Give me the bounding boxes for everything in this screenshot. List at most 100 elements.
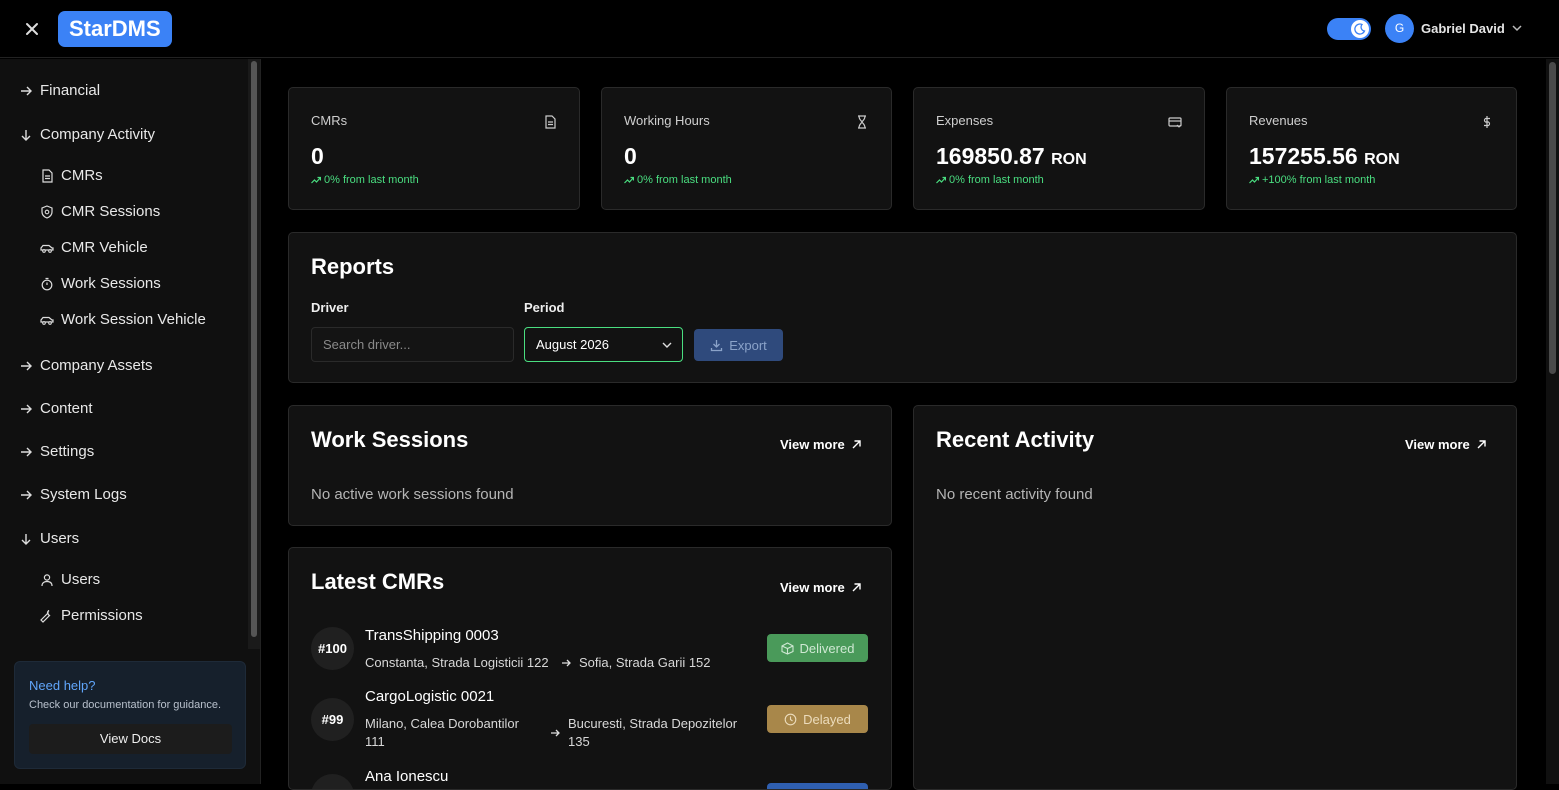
recent-activity-card: Recent Activity View more No recent acti… — [913, 405, 1517, 790]
driver-search-input[interactable] — [311, 327, 514, 362]
sidebar-item-permissions[interactable]: Permissions — [39, 607, 143, 624]
scrollbar-thumb[interactable] — [251, 61, 257, 637]
help-text: Check our documentation for guidance. — [29, 699, 222, 711]
chevron-down-icon[interactable] — [1511, 21, 1523, 33]
sidebar-item-company-activity[interactable]: Company Activity — [18, 126, 155, 143]
sidebar-item-label: Content — [40, 400, 93, 417]
work-sessions-view-more[interactable]: View more — [780, 437, 862, 452]
dollar-icon — [1480, 115, 1494, 129]
reports-title: Reports — [311, 254, 395, 279]
help-title: Need help? — [29, 678, 96, 693]
sidebar-item-users[interactable]: Users — [18, 530, 79, 547]
cmr-row[interactable]: #100 TransShipping 0003 Constanta, Strad… — [311, 625, 871, 675]
cmr-row[interactable]: #99 CargoLogistic 0021 Milano, Calea Dor… — [311, 686, 871, 749]
trend-up-icon — [1249, 176, 1259, 184]
main-scrollbar[interactable] — [1546, 59, 1559, 784]
sidebar-item-cmrs[interactable]: CMRs — [39, 167, 103, 184]
arrow-right-icon — [18, 487, 34, 503]
status-text: Delayed — [803, 711, 851, 727]
stat-trend: +100% from last month — [1249, 174, 1375, 186]
cmr-to: Bucuresti, Strada Depozitelor 135 — [568, 716, 738, 749]
stat-value: 0 — [624, 143, 637, 170]
sidebar-item-content[interactable]: Content — [18, 400, 93, 417]
latest-cmrs-title: Latest CMRs — [311, 569, 445, 594]
driver-label: Driver — [311, 300, 349, 315]
sidebar-item-label: Company Activity — [40, 126, 156, 143]
stat-trend: 0% from last month — [936, 174, 1044, 186]
period-select[interactable]: August 2026 — [524, 327, 683, 362]
trend-up-icon — [311, 176, 321, 184]
view-more-label: View more — [780, 437, 845, 452]
stat-value: 169850.87 RON — [936, 143, 1087, 170]
cmr-name: CargoLogistic 0021 — [365, 688, 495, 705]
export-button[interactable]: Export — [694, 329, 783, 361]
stat-card-revenues: Revenues 157255.56 RON +100% from last m… — [1226, 87, 1517, 210]
status-text: Delivered — [799, 640, 855, 656]
arrow-right-icon — [18, 358, 34, 374]
sidebar-item-label: CMR Vehicle — [61, 239, 148, 256]
sidebar-item-label: System Logs — [40, 486, 127, 503]
cmr-id: #100 — [311, 627, 354, 670]
sidebar-item-financial[interactable]: Financial — [18, 82, 100, 99]
scrollbar-thumb[interactable] — [1549, 62, 1556, 374]
clock-icon — [784, 713, 797, 725]
cmr-name: Ana Ionescu — [365, 768, 449, 785]
cmr-row[interactable]: Ana Ionescu — [311, 766, 871, 789]
user-icon — [39, 572, 55, 588]
stat-trend-text: 0% from last month — [949, 174, 1044, 186]
avatar[interactable]: G — [1385, 14, 1414, 43]
close-icon[interactable] — [20, 17, 44, 41]
stat-number: 0 — [311, 143, 324, 169]
moon-icon — [1351, 20, 1369, 38]
sidebar-item-cmr-vehicle[interactable]: CMR Vehicle — [39, 239, 148, 256]
stat-unit: RON — [1364, 151, 1400, 168]
sidebar-item-cmr-sessions[interactable]: CMR Sessions — [39, 203, 160, 220]
period-label: Period — [524, 300, 565, 315]
theme-toggle[interactable] — [1327, 18, 1371, 40]
cmr-id — [311, 774, 354, 789]
sidebar-scrollbar[interactable] — [248, 59, 260, 649]
sidebar-item-work-session-vehicle[interactable]: Work Session Vehicle — [39, 311, 206, 328]
help-box: Need help? Check our documentation for g… — [14, 661, 246, 769]
latest-cmrs-view-more[interactable]: View more — [780, 580, 862, 595]
sidebar-item-label: Settings — [40, 443, 95, 460]
stat-card-expenses: Expenses 169850.87 RON 0% from last mont… — [913, 87, 1205, 210]
app-logo[interactable]: StarDMS — [58, 11, 172, 47]
stat-label: Working Hours — [624, 113, 710, 128]
recent-activity-empty: No recent activity found — [936, 486, 1093, 503]
status-badge: Delivered — [767, 634, 868, 662]
arrow-right-icon — [18, 83, 34, 99]
cmr-id: #99 — [311, 698, 354, 741]
stat-trend: 0% from last month — [624, 174, 732, 186]
sidebar-item-settings[interactable]: Settings — [18, 443, 94, 460]
trend-up-icon — [624, 176, 634, 184]
sidebar-item-label: Users — [61, 571, 101, 588]
sidebar-item-work-sessions[interactable]: Work Sessions — [39, 275, 161, 292]
recent-activity-title: Recent Activity — [936, 427, 1095, 452]
cmr-name: TransShipping 0003 — [365, 627, 499, 644]
user-name[interactable]: Gabriel David — [1421, 21, 1505, 36]
recent-activity-view-more[interactable]: View more — [1405, 437, 1487, 452]
stat-number: 169850.87 — [936, 143, 1045, 169]
hourglass-icon — [855, 115, 869, 129]
period-value: August 2026 — [536, 337, 610, 352]
sidebar-item-company-assets[interactable]: Company Assets — [18, 357, 153, 374]
work-sessions-card: Work Sessions View more No active work s… — [288, 405, 892, 526]
work-sessions-title: Work Sessions — [311, 427, 469, 452]
arrow-down-icon — [18, 531, 34, 547]
status-badge: Delayed — [767, 705, 868, 733]
sidebar: Financial Company Activity CMRs CMR Sess… — [0, 59, 261, 784]
stat-number: 157255.56 — [1249, 143, 1358, 169]
stat-label: CMRs — [311, 113, 348, 128]
shield-icon — [39, 204, 55, 220]
sidebar-item-system-logs[interactable]: System Logs — [18, 486, 127, 503]
arrow-right-icon — [18, 444, 34, 460]
arrow-down-icon — [18, 127, 34, 143]
arrow-up-right-icon — [852, 440, 861, 449]
stat-trend: 0% from last month — [311, 174, 419, 186]
status-badge — [767, 783, 868, 789]
view-docs-button[interactable]: View Docs — [29, 724, 232, 754]
sidebar-item-label: Permissions — [61, 607, 143, 624]
sidebar-item-users-list[interactable]: Users — [39, 571, 100, 588]
top-bar: StarDMS G Gabriel David — [0, 0, 1559, 58]
